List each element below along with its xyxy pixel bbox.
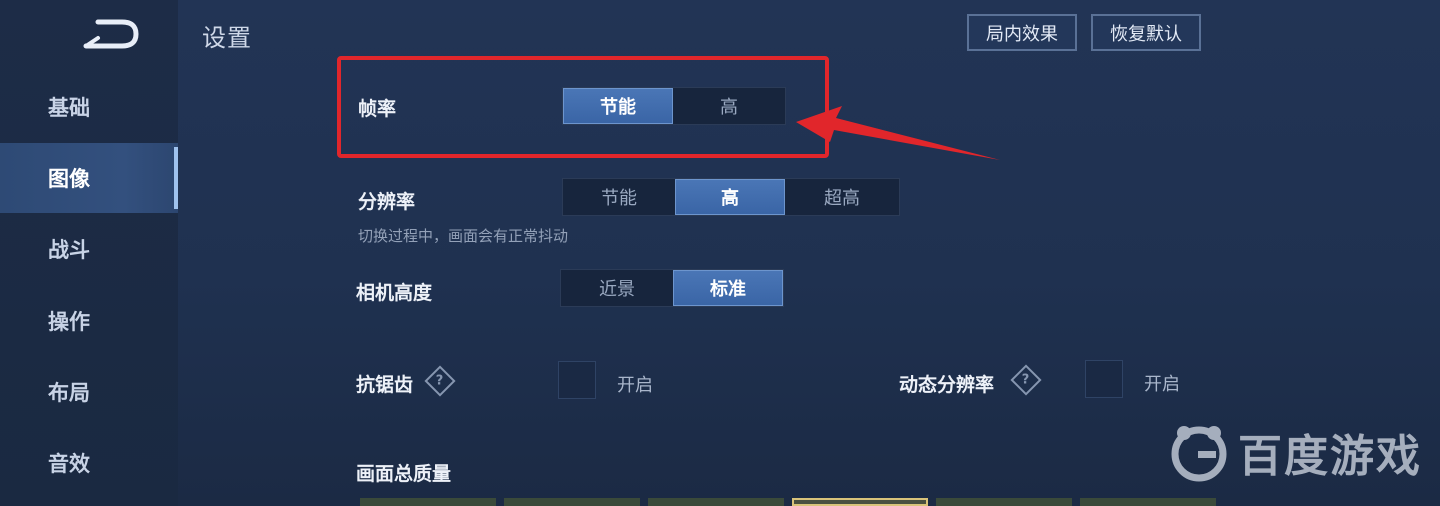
resolution-option-ultra[interactable]: 超高	[785, 179, 899, 215]
sidebar-item-label: 基础	[48, 96, 90, 120]
quality-thumbnail-strip	[360, 498, 1216, 506]
sidebar-item-label: 音效	[48, 452, 90, 476]
annotation-arrow-icon	[796, 106, 1000, 160]
sidebar: 基础 图像 战斗 操作 布局 音效	[0, 0, 178, 506]
page-title: 设置	[202, 24, 252, 52]
sidebar-item-label: 布局	[48, 381, 90, 405]
resolution-option-high[interactable]: 高	[675, 179, 785, 215]
in-game-effects-button[interactable]: 局内效果	[967, 14, 1077, 51]
quality-thumbnail[interactable]	[936, 498, 1072, 506]
dynamic-resolution-checkbox[interactable]	[1085, 360, 1123, 398]
dynamic-resolution-label: 动态分辨率	[899, 374, 995, 396]
sidebar-item-label: 操作	[48, 310, 90, 334]
camera-height-option-standard[interactable]: 标准	[673, 270, 783, 306]
anti-aliasing-toggle-label: 开启	[617, 375, 653, 396]
quality-thumbnail[interactable]	[792, 498, 928, 506]
baidu-game-logo-icon	[1171, 426, 1227, 482]
camera-height-selector: 近景 标准	[560, 269, 784, 307]
watermark: 百度游戏	[1168, 420, 1422, 484]
sidebar-item-battle[interactable]: 战斗	[0, 214, 178, 284]
quality-thumbnail[interactable]	[504, 498, 640, 506]
dynamic-resolution-toggle-label: 开启	[1144, 374, 1180, 395]
resolution-hint: 切换过程中，画面会有正常抖动	[358, 227, 569, 245]
quality-thumbnail[interactable]	[648, 498, 784, 506]
overall-quality-label: 画面总质量	[356, 463, 452, 485]
sidebar-item-sound[interactable]: 音效	[0, 428, 178, 498]
highlight-annotation-box	[337, 56, 829, 158]
quality-thumbnail[interactable]	[360, 498, 496, 506]
camera-height-option-close[interactable]: 近景	[561, 270, 673, 306]
resolution-option-power-save[interactable]: 节能	[563, 179, 675, 215]
sidebar-item-image[interactable]: 图像	[0, 143, 178, 213]
sidebar-item-basic[interactable]: 基础	[0, 72, 178, 142]
help-icon[interactable]: ?	[424, 365, 456, 397]
reset-default-button[interactable]: 恢复默认	[1091, 14, 1201, 51]
back-arrow-icon[interactable]	[78, 14, 144, 54]
sidebar-item-label: 战斗	[48, 238, 90, 262]
watermark-text: 百度游戏	[1238, 431, 1422, 482]
sidebar-item-controls[interactable]: 操作	[0, 286, 178, 356]
anti-aliasing-checkbox[interactable]	[558, 361, 596, 399]
resolution-selector: 节能 高 超高	[562, 178, 900, 216]
camera-height-label: 相机高度	[356, 282, 433, 304]
anti-aliasing-label: 抗锯齿	[356, 374, 414, 396]
help-icon[interactable]: ?	[1010, 364, 1042, 396]
quality-thumbnail[interactable]	[1080, 498, 1216, 506]
resolution-label: 分辨率	[358, 191, 416, 213]
sidebar-item-layout[interactable]: 布局	[0, 357, 178, 427]
sidebar-item-label: 图像	[48, 167, 90, 191]
